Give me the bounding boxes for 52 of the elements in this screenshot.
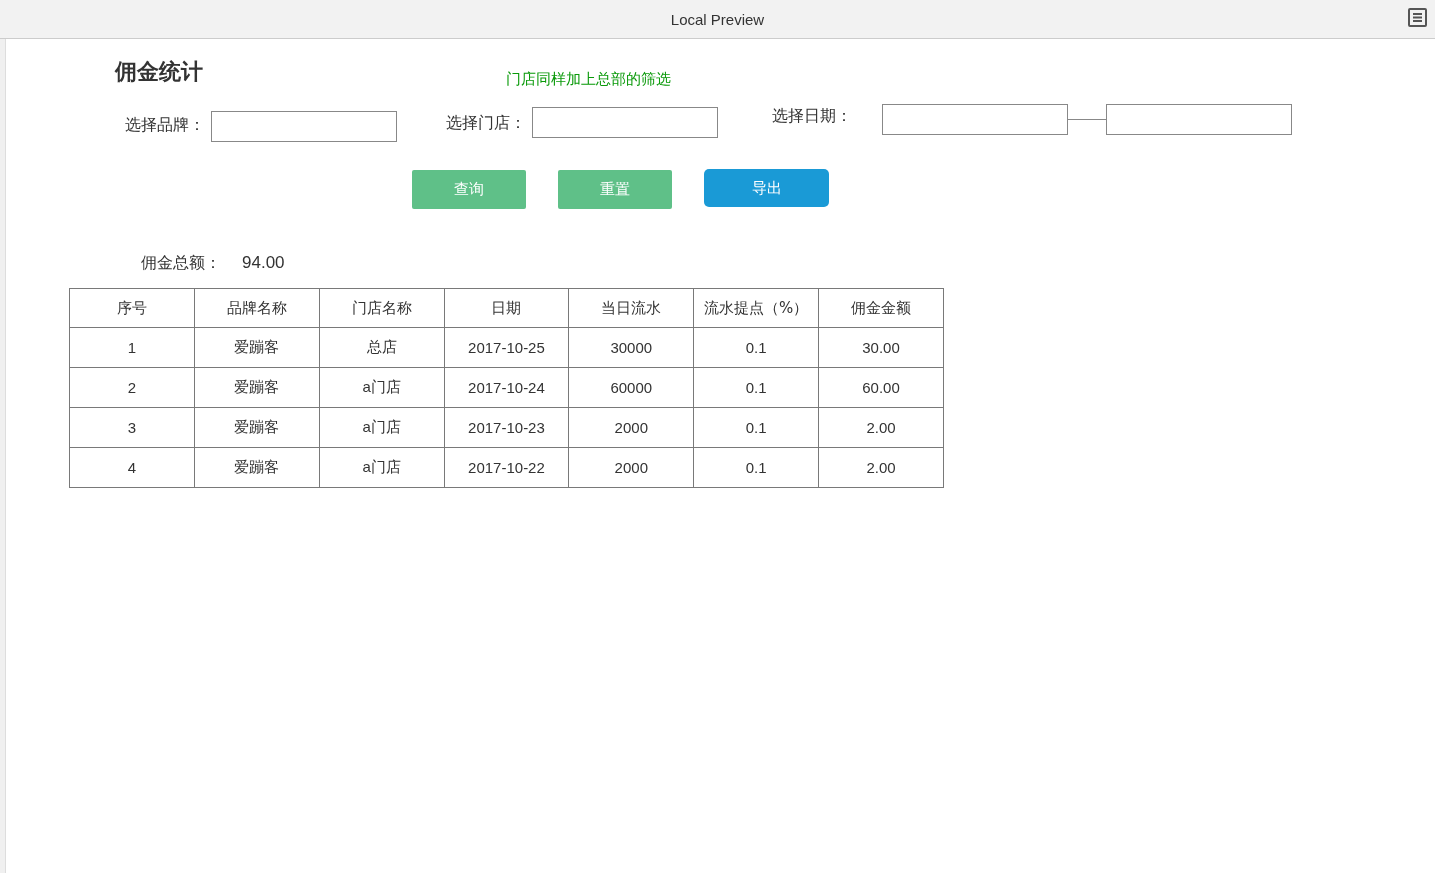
table-cell: 2017-10-24 [444, 367, 569, 408]
table-cell: 爱蹦客 [194, 327, 320, 368]
table-cell: 2017-10-22 [444, 447, 569, 488]
table-cell: 30000 [568, 327, 694, 368]
table-cell: a门店 [319, 447, 445, 488]
window-title: Local Preview [670, 10, 765, 28]
table-cell: 2000 [568, 447, 694, 488]
table-cell: 爱蹦客 [194, 447, 320, 488]
action-button[interactable]: 重置 [558, 170, 672, 209]
brand-label: 选择品牌： [125, 115, 205, 136]
column-header: 日期 [444, 288, 569, 328]
store-label: 选择门店： [446, 113, 526, 134]
store-input[interactable] [532, 107, 718, 138]
table-cell: 30.00 [818, 327, 944, 368]
table-cell: 0.1 [693, 367, 819, 408]
table-cell: 爱蹦客 [194, 367, 320, 408]
column-header: 品牌名称 [194, 288, 320, 328]
table-cell: 爱蹦客 [194, 407, 320, 448]
table-cell: 4 [69, 447, 195, 488]
column-header: 流水提点（%） [693, 288, 819, 328]
table-cell: 0.1 [693, 407, 819, 448]
brand-input[interactable] [211, 111, 397, 142]
table-cell: 总店 [319, 327, 445, 368]
page-title: 佣金统计 [115, 58, 204, 86]
total-label: 佣金总额： [141, 253, 222, 274]
table-cell: 1 [69, 327, 195, 368]
table-cell: 2 [69, 367, 195, 408]
table-cell: 0.1 [693, 447, 819, 488]
menu-icon[interactable] [1408, 8, 1427, 27]
start-date-input[interactable] [882, 104, 1068, 135]
table-cell: 60.00 [818, 367, 944, 408]
table-cell: 2017-10-23 [444, 407, 569, 448]
table-cell: 3 [69, 407, 195, 448]
date-range-line [1068, 119, 1106, 120]
column-header: 佣金金额 [818, 288, 944, 328]
table-cell: 2.00 [818, 447, 944, 488]
table-cell: 2.00 [818, 407, 944, 448]
table-cell: 60000 [568, 367, 694, 408]
total-value: 94.00 [242, 253, 285, 273]
column-header: 当日流水 [568, 288, 694, 328]
column-header: 门店名称 [319, 288, 445, 328]
table-cell: 2017-10-25 [444, 327, 569, 368]
export-button[interactable]: 导出 [704, 169, 829, 207]
date-label: 选择日期： [772, 106, 852, 127]
table-cell: 2000 [568, 407, 694, 448]
end-date-input[interactable] [1106, 104, 1292, 135]
action-button[interactable]: 查询 [412, 170, 526, 209]
table-cell: a门店 [319, 407, 445, 448]
note-text: 门店同样加上总部的筛选 [506, 70, 671, 89]
column-header: 序号 [69, 288, 195, 328]
table-cell: 0.1 [693, 327, 819, 368]
table-cell: a门店 [319, 367, 445, 408]
